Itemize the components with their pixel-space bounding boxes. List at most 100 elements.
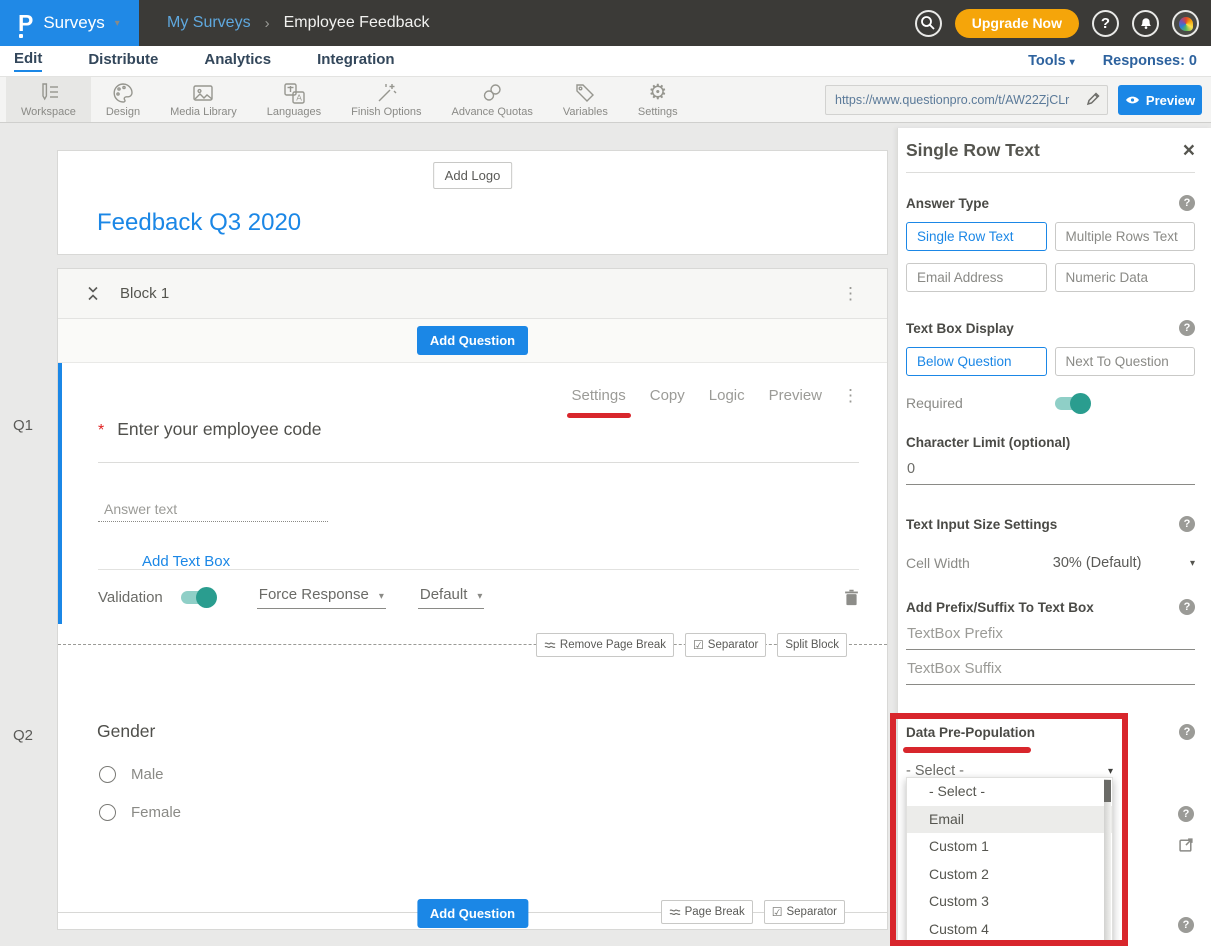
close-panel-icon[interactable] xyxy=(1183,140,1195,161)
question-row-label-q2: Q2 xyxy=(13,727,33,744)
question-tab-copy[interactable]: Copy xyxy=(650,387,685,404)
search-button[interactable] xyxy=(915,10,942,37)
scrollbar-thumb[interactable] xyxy=(1104,780,1111,802)
question-tab-settings[interactable]: Settings xyxy=(572,387,626,404)
validation-toggle[interactable] xyxy=(181,591,215,604)
question-1-editor: Settings Copy Logic Preview * Enter your… xyxy=(58,363,887,625)
add-logo-button[interactable]: Add Logo xyxy=(433,162,513,189)
help-icon[interactable] xyxy=(1179,724,1195,740)
tab-analytics[interactable]: Analytics xyxy=(204,51,271,71)
dropdown-option-custom2[interactable]: Custom 2 xyxy=(907,861,1112,889)
add-text-box-link[interactable]: Add Text Box xyxy=(142,553,230,570)
preview-button[interactable]: Preview xyxy=(1118,85,1202,115)
separator-button-mid[interactable]: Separator xyxy=(685,633,766,657)
toolbar-item-workspace[interactable]: Workspace xyxy=(6,77,91,122)
answer-type-numeric[interactable]: Numeric Data xyxy=(1055,263,1196,292)
magic-wand-icon xyxy=(373,81,399,105)
toolbar-item-variables[interactable]: Variables xyxy=(548,77,623,122)
answer-text-input[interactable] xyxy=(98,499,328,522)
block-title[interactable]: Block 1 xyxy=(120,285,169,302)
required-toggle[interactable] xyxy=(1055,397,1089,410)
survey-title[interactable]: Feedback Q3 2020 xyxy=(97,209,301,237)
dropdown-scrollbar[interactable] xyxy=(1104,779,1111,944)
force-response-select[interactable]: Force Response xyxy=(257,586,386,609)
tab-distribute[interactable]: Distribute xyxy=(88,51,158,71)
display-next-to-question[interactable]: Next To Question xyxy=(1055,347,1196,376)
dropdown-option-custom4[interactable]: Custom 4 xyxy=(907,916,1112,944)
question-menu-kebab-icon[interactable] xyxy=(842,387,859,404)
toolbar-item-finish-options[interactable]: Finish Options xyxy=(336,77,436,122)
toolbar-item-media-library[interactable]: Media Library xyxy=(155,77,252,122)
help-icon[interactable] xyxy=(1179,599,1195,615)
tools-label: Tools xyxy=(1028,53,1066,69)
add-question-button-bottom[interactable]: Add Question xyxy=(417,899,528,928)
radio-button-female[interactable] xyxy=(99,804,116,821)
help-icon[interactable] xyxy=(1179,195,1195,211)
page-break-button[interactable]: Page Break xyxy=(661,900,753,924)
editor-content-area: Q1 Q2 Add Logo Feedback Q3 2020 Block 1 … xyxy=(0,123,1211,946)
answer-type-single-row[interactable]: Single Row Text xyxy=(906,222,1047,251)
toolbar-item-label: Variables xyxy=(563,106,608,118)
dropdown-option-custom1[interactable]: Custom 1 xyxy=(907,833,1112,861)
separator-button-bottom[interactable]: Separator xyxy=(764,900,845,924)
notifications-button[interactable] xyxy=(1132,10,1159,37)
tab-integration[interactable]: Integration xyxy=(317,51,395,71)
help-icon[interactable] xyxy=(1178,806,1194,822)
toolbar-item-advance-quotas[interactable]: Advance Quotas xyxy=(436,77,547,122)
textbox-suffix-input[interactable] xyxy=(906,659,1195,685)
answer-type-multiple-rows[interactable]: Multiple Rows Text xyxy=(1055,222,1196,251)
data-prepopulation-dropdown: - Select - Email Custom 1 Custom 2 Custo… xyxy=(906,777,1113,946)
display-below-question[interactable]: Below Question xyxy=(906,347,1047,376)
question-2-editor: Gender Male Female xyxy=(58,645,887,885)
help-icon[interactable] xyxy=(1179,320,1195,336)
block-menu-kebab-icon[interactable] xyxy=(842,285,859,302)
survey-url-input[interactable] xyxy=(835,93,1082,107)
option-label-male[interactable]: Male xyxy=(131,766,164,783)
tools-menu[interactable]: Tools xyxy=(1028,53,1075,69)
user-avatar[interactable] xyxy=(1172,10,1199,37)
answer-type-email[interactable]: Email Address xyxy=(906,263,1047,292)
preview-label: Preview xyxy=(1146,93,1195,108)
radio-button-male[interactable] xyxy=(99,766,116,783)
validation-default-select[interactable]: Default xyxy=(418,586,485,609)
checkbox-checked-icon xyxy=(693,638,704,652)
tab-edit[interactable]: Edit xyxy=(14,50,42,72)
product-name: Surveys xyxy=(43,13,104,33)
answer-type-options: Single Row Text Multiple Rows Text Email… xyxy=(906,222,1195,292)
edit-url-pencil-icon[interactable] xyxy=(1086,91,1101,109)
external-link-icon[interactable] xyxy=(1179,837,1194,855)
chevron-down-icon[interactable] xyxy=(1190,558,1195,569)
textbox-prefix-input[interactable] xyxy=(906,624,1195,650)
upgrade-now-button[interactable]: Upgrade Now xyxy=(955,9,1079,38)
split-block-button[interactable]: Split Block xyxy=(777,633,847,657)
product-switcher[interactable]: P Surveys xyxy=(0,0,139,46)
panel-title: Single Row Text xyxy=(906,140,1040,161)
help-button[interactable]: ? xyxy=(1092,10,1119,37)
character-limit-input[interactable] xyxy=(906,459,1195,485)
remove-page-break-button[interactable]: Remove Page Break xyxy=(536,633,674,657)
collapse-block-icon[interactable] xyxy=(86,285,100,302)
force-response-value: Force Response xyxy=(259,586,369,603)
option-label-female[interactable]: Female xyxy=(131,804,181,821)
question-2-text[interactable]: Gender xyxy=(97,721,859,742)
cell-width-value[interactable]: 30% (Default) xyxy=(1053,555,1142,571)
toolbar-item-design[interactable]: Design xyxy=(91,77,155,122)
page-break-icon xyxy=(669,907,681,917)
dropdown-option-email[interactable]: Email xyxy=(907,806,1112,834)
dropdown-option-custom3[interactable]: Custom 3 xyxy=(907,888,1112,916)
toolbar-item-settings[interactable]: ⚙ Settings xyxy=(623,77,693,122)
chevron-down-icon xyxy=(477,591,482,602)
toolbar-item-languages[interactable]: A Languages xyxy=(252,77,336,122)
help-icon[interactable] xyxy=(1179,516,1195,532)
question-tab-logic[interactable]: Logic xyxy=(709,387,745,404)
page-break-label: Page Break xyxy=(685,906,745,918)
toolbar-item-label: Workspace xyxy=(21,106,76,118)
add-question-button-top[interactable]: Add Question xyxy=(417,326,528,355)
help-icon[interactable] xyxy=(1178,917,1194,933)
question-tab-preview[interactable]: Preview xyxy=(769,387,822,404)
separator-label: Separator xyxy=(708,639,759,651)
delete-question-button[interactable] xyxy=(844,589,859,606)
question-1-text[interactable]: Enter your employee code xyxy=(117,419,321,440)
breadcrumb-my-surveys[interactable]: My Surveys xyxy=(167,14,251,32)
dropdown-option-select[interactable]: - Select - xyxy=(907,778,1112,806)
